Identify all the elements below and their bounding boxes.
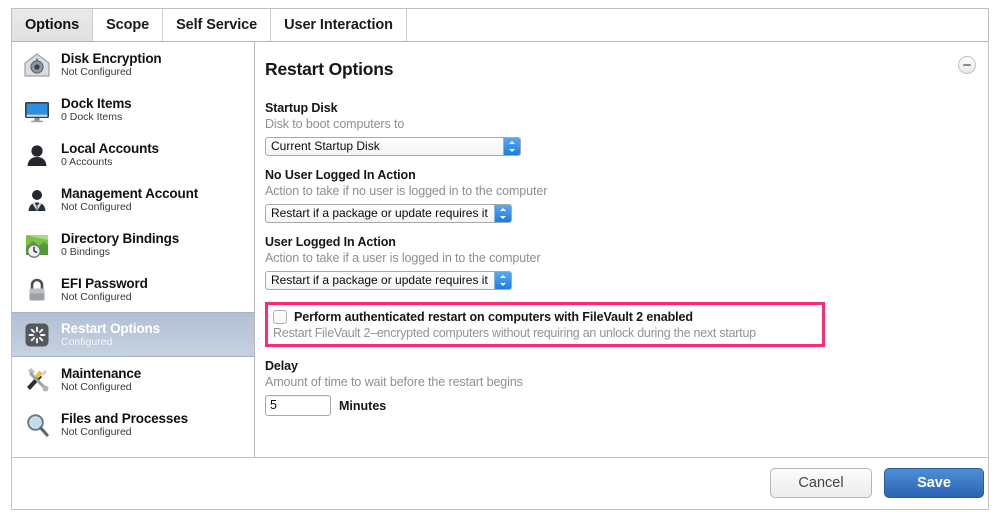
preferences-window: Options Scope Self Service User Interact… <box>0 0 999 521</box>
sidebar-item-title: Files and Processes <box>61 410 188 426</box>
sidebar-item-title: EFI Password <box>61 275 148 291</box>
tab-bar: Options Scope Self Service User Interact… <box>11 8 989 42</box>
sidebar-item-title: Directory Bindings <box>61 230 180 246</box>
content-area: Disk Encryption Not Configured Dock Item… <box>11 42 989 458</box>
sidebar-item-subtitle: 0 Bindings <box>61 245 111 258</box>
user-action-help: Action to take if a user is logged in to… <box>265 251 541 265</box>
sidebar-item-subtitle: Not Configured <box>61 290 132 303</box>
footer-bar: Cancel Save <box>11 458 989 510</box>
delay-label: Delay <box>265 359 298 373</box>
tab-self-service[interactable]: Self Service <box>163 9 272 41</box>
disk-encryption-icon <box>22 50 52 80</box>
startup-disk-value: Current Startup Disk <box>271 139 380 153</box>
sidebar-item-subtitle: Not Configured <box>61 200 132 213</box>
authenticated-restart-row[interactable]: Perform authenticated restart on compute… <box>273 310 818 324</box>
user-action-label: User Logged In Action <box>265 235 396 249</box>
sidebar-item-subtitle: Configured <box>61 335 113 348</box>
sidebar-item-subtitle: Not Configured <box>61 425 132 438</box>
sidebar-item-text: EFI Password Not Configured <box>61 276 148 304</box>
delay-unit-label: Minutes <box>339 398 387 413</box>
minus-circle-icon[interactable] <box>958 56 976 74</box>
no-user-action-field: No User Logged In Action Action to take … <box>265 167 988 223</box>
efi-password-icon <box>22 275 52 305</box>
delay-field: Delay Amount of time to wait before the … <box>265 358 988 416</box>
sidebar-item-title: Local Accounts <box>61 140 159 156</box>
sidebar-item-restart-options[interactable]: Restart Options Configured <box>12 312 254 357</box>
no-user-action-value: Restart if a package or update requires … <box>271 206 488 220</box>
sidebar-item-text: Disk Encryption Not Configured <box>61 51 162 79</box>
chevron-updown-icon <box>503 138 520 155</box>
sidebar-item-subtitle: 0 Accounts <box>61 155 113 168</box>
startup-disk-label: Startup Disk <box>265 101 338 115</box>
sidebar-item-text: Restart Options Configured <box>61 321 160 349</box>
sidebar-item-subtitle: 0 Dock Items <box>61 110 123 123</box>
sidebar-item-title: Disk Encryption <box>61 50 162 66</box>
cancel-button[interactable]: Cancel <box>770 468 872 498</box>
save-button[interactable]: Save <box>884 468 984 498</box>
tab-user-interaction[interactable]: User Interaction <box>271 9 407 41</box>
restart-options-icon <box>22 320 52 350</box>
no-user-action-label: No User Logged In Action <box>265 168 416 182</box>
authenticated-restart-label: Perform authenticated restart on compute… <box>294 310 693 324</box>
no-user-action-select[interactable]: Restart if a package or update requires … <box>265 204 512 223</box>
delay-help: Amount of time to wait before the restar… <box>265 375 523 389</box>
authenticated-restart-highlight: Perform authenticated restart on compute… <box>265 302 825 347</box>
local-accounts-icon <box>22 140 52 170</box>
delay-row: 5 Minutes <box>265 395 988 416</box>
delay-input[interactable]: 5 <box>265 395 331 416</box>
sidebar-item-local-accounts[interactable]: Local Accounts 0 Accounts <box>12 132 254 177</box>
directory-bindings-icon <box>22 230 52 260</box>
chevron-updown-icon <box>493 205 511 222</box>
page-title: Restart Options <box>265 59 394 79</box>
dock-items-icon <box>22 95 52 125</box>
startup-disk-help: Disk to boot computers to <box>265 117 405 131</box>
maintenance-icon <box>22 365 52 395</box>
management-account-icon <box>22 185 52 215</box>
authenticated-restart-checkbox[interactable] <box>273 310 287 324</box>
tab-scope[interactable]: Scope <box>93 9 164 41</box>
sidebar-item-subtitle: Not Configured <box>61 380 132 393</box>
sidebar-item-directory-bindings[interactable]: Directory Bindings 0 Bindings <box>12 222 254 267</box>
user-action-value: Restart if a package or update requires … <box>271 273 488 287</box>
sidebar-item-title: Management Account <box>61 185 199 201</box>
startup-disk-select[interactable]: Current Startup Disk <box>265 137 521 156</box>
sidebar-item-text: Maintenance Not Configured <box>61 366 141 394</box>
sidebar-item-files-and-processes[interactable]: Files and Processes Not Configured <box>12 402 254 447</box>
sidebar-item-disk-encryption[interactable]: Disk Encryption Not Configured <box>12 42 254 87</box>
user-action-field: User Logged In Action Action to take if … <box>265 234 988 290</box>
sidebar-item-text: Files and Processes Not Configured <box>61 411 188 439</box>
sidebar-item-text: Local Accounts 0 Accounts <box>61 141 159 169</box>
files-processes-icon <box>22 410 52 440</box>
user-action-select[interactable]: Restart if a package or update requires … <box>265 271 512 290</box>
sidebar-item-title: Restart Options <box>61 320 161 336</box>
sidebar-item-text: Management Account Not Configured <box>61 186 198 214</box>
no-user-action-help: Action to take if no user is logged in t… <box>265 184 548 198</box>
chevron-updown-icon <box>493 272 511 289</box>
tab-bar-filler <box>406 9 988 41</box>
sidebar-item-efi-password[interactable]: EFI Password Not Configured <box>12 267 254 312</box>
sidebar-item-text: Dock Items 0 Dock Items <box>61 96 132 124</box>
authenticated-restart-help: Restart FileVault 2–encrypted computers … <box>273 326 756 340</box>
sidebar-item-subtitle: Not Configured <box>61 65 132 78</box>
payload-sidebar: Disk Encryption Not Configured Dock Item… <box>12 42 255 457</box>
sidebar-item-title: Maintenance <box>61 365 142 381</box>
sidebar-item-text: Directory Bindings 0 Bindings <box>61 231 179 259</box>
tab-options[interactable]: Options <box>12 9 94 41</box>
sidebar-item-title: Dock Items <box>61 95 132 111</box>
sidebar-item-management-account[interactable]: Management Account Not Configured <box>12 177 254 222</box>
restart-options-panel: Restart Options Startup Disk Disk to boo… <box>255 42 988 457</box>
sidebar-item-maintenance[interactable]: Maintenance Not Configured <box>12 357 254 402</box>
startup-disk-field: Startup Disk Disk to boot computers to C… <box>265 100 988 156</box>
sidebar-item-dock-items[interactable]: Dock Items 0 Dock Items <box>12 87 254 132</box>
